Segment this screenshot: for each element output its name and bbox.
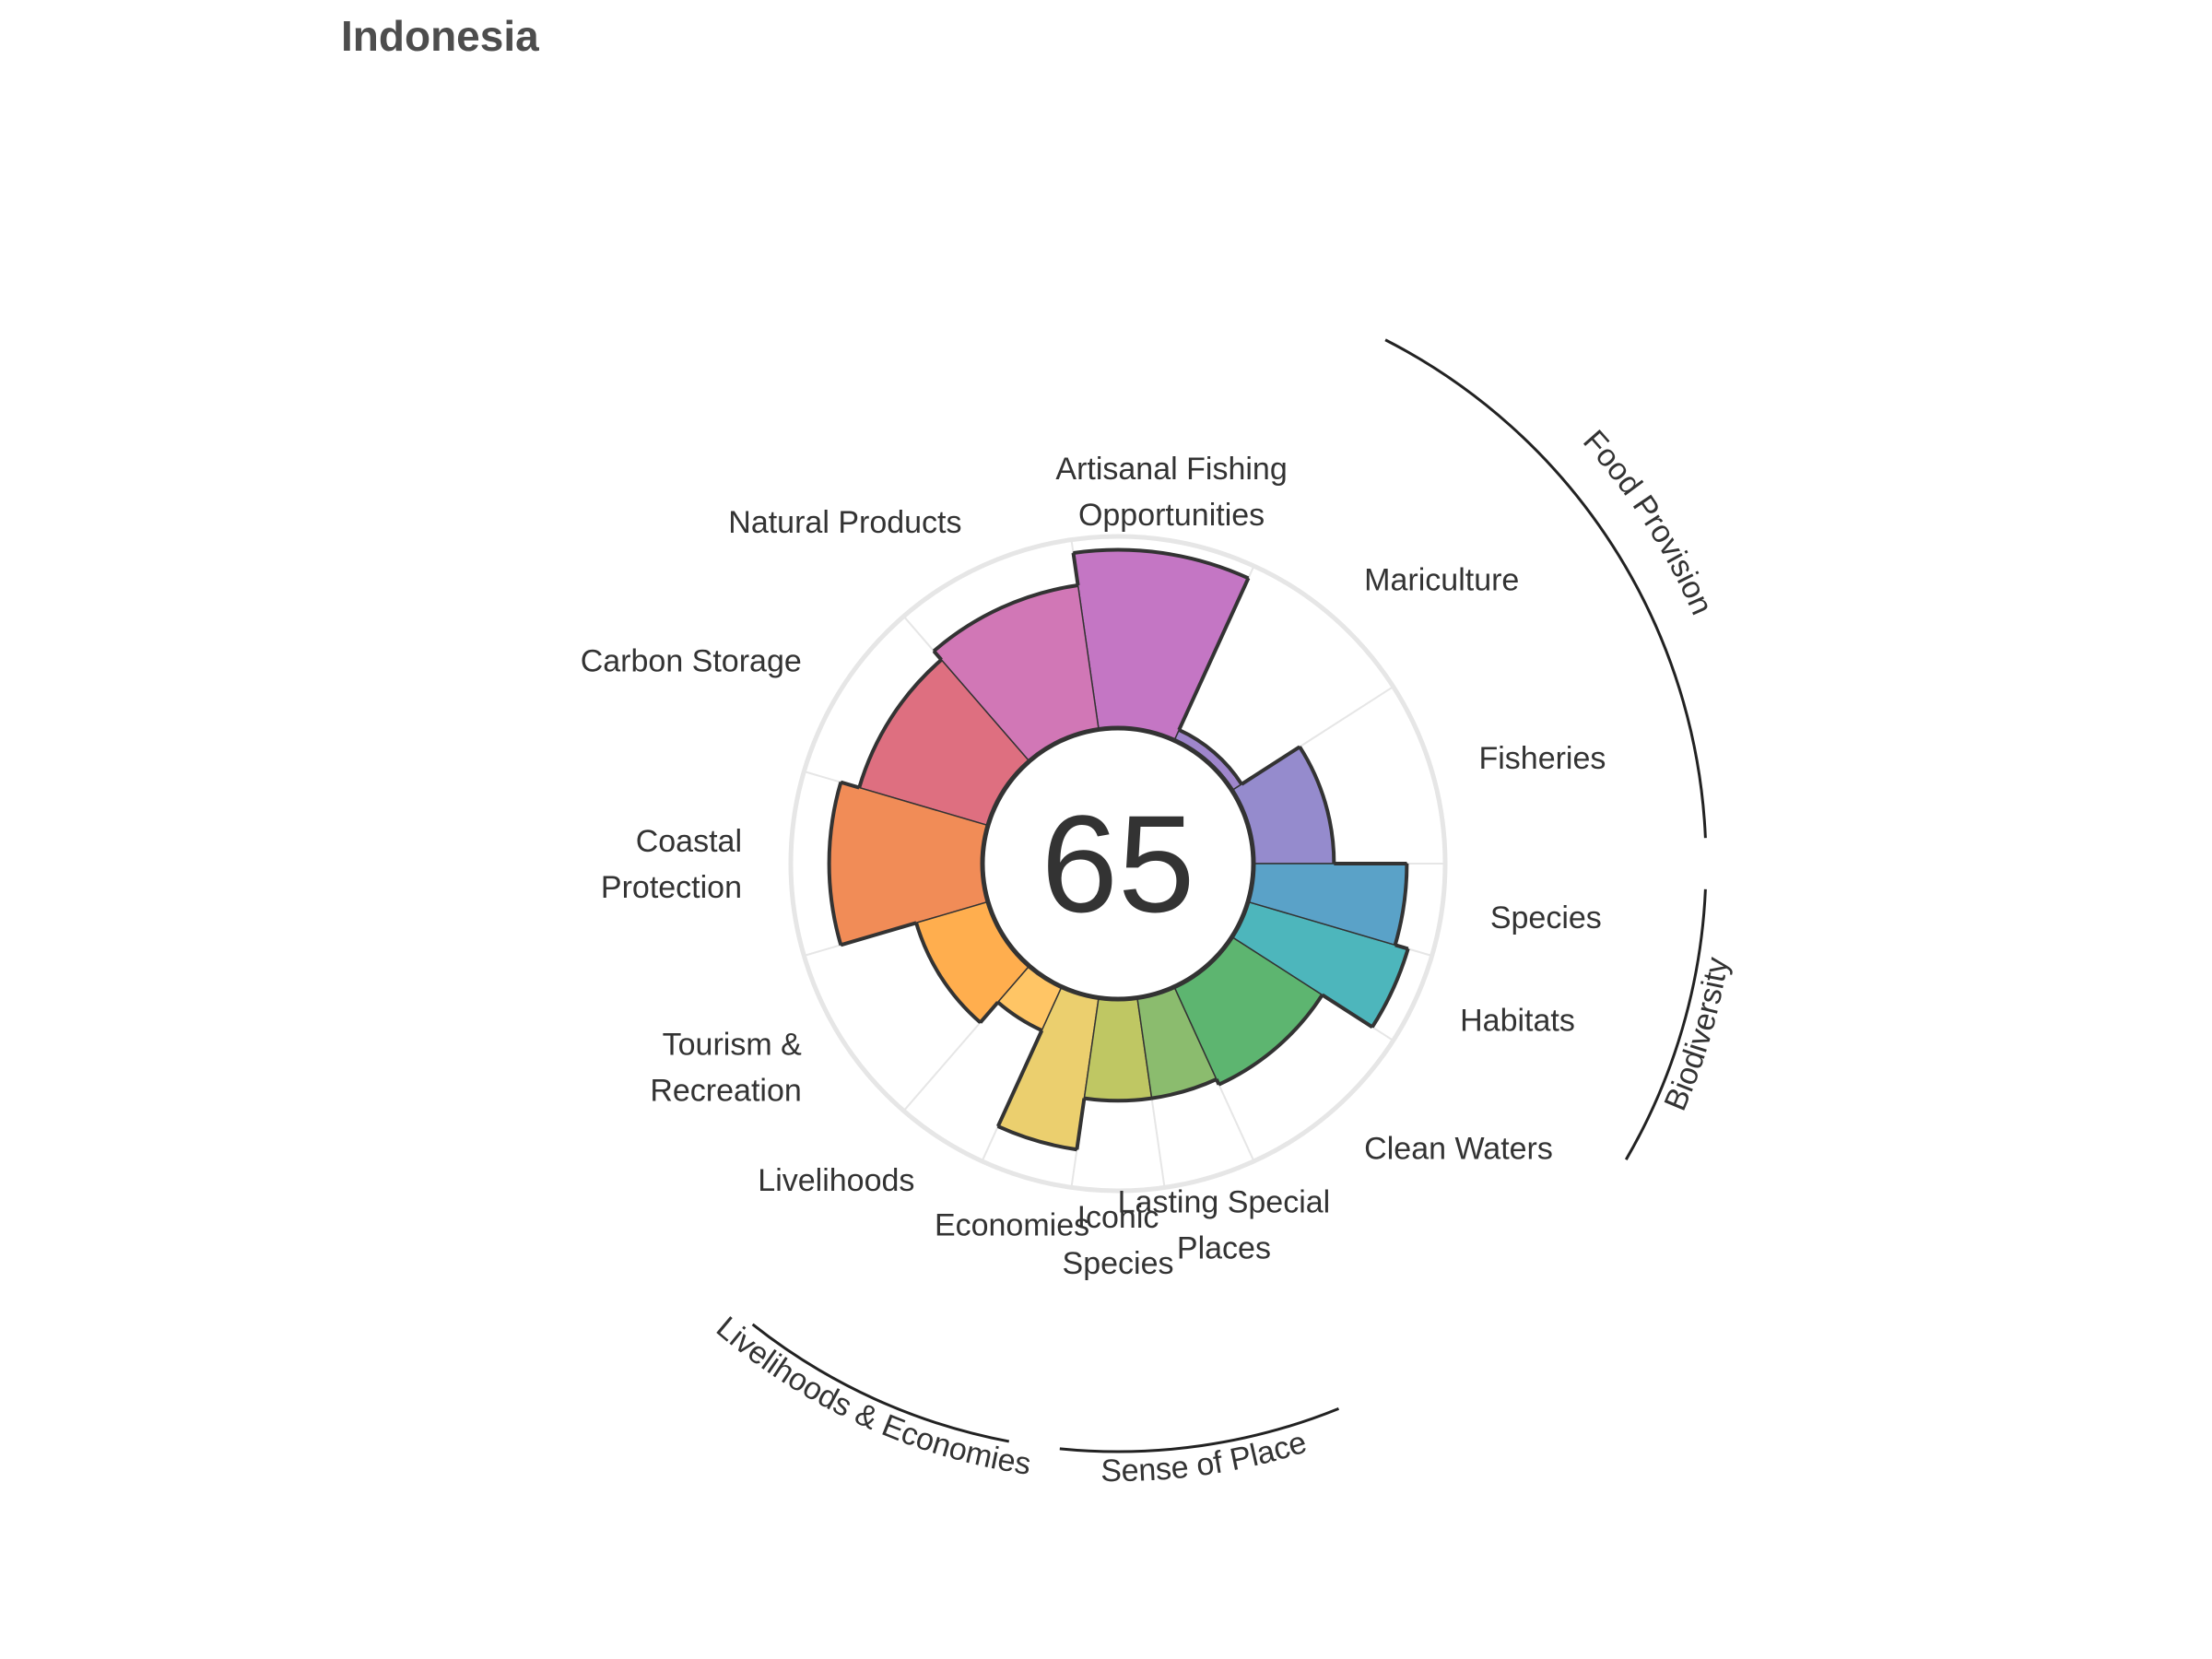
petal-label-fisheries: Fisheries xyxy=(1478,741,1606,776)
petal-label-line: Lasting Special xyxy=(1118,1184,1331,1219)
flower-chart: Fisheries Mariculture Artisanal Fishing Opp… xyxy=(581,338,1735,1488)
overall-score: 65 xyxy=(1041,786,1195,941)
petal-label-livelihoods: Livelihoods xyxy=(758,1163,914,1198)
petal-label-economies: Economies xyxy=(935,1207,1089,1242)
group-label-sense_of_place: Sense of Place xyxy=(1100,1425,1311,1488)
petal-label-mariculture: Mariculture xyxy=(1364,563,1519,598)
petal-artisanal xyxy=(1072,548,1250,742)
petal-label-natural_products: Natural Products xyxy=(728,505,961,540)
petal-label-line: Habitats xyxy=(1460,1003,1575,1038)
petal-label-carbon: Carbon Storage xyxy=(581,643,802,678)
petal-label-species: Species xyxy=(1490,900,1602,935)
petal-label-line: Species xyxy=(1490,900,1602,935)
petal-label-coastal: Coastal Protection xyxy=(601,824,742,905)
petal-label-line: Clean Waters xyxy=(1364,1131,1553,1166)
petal-label-line: Carbon Storage xyxy=(581,643,802,678)
petal-label-habitats: Habitats xyxy=(1460,1003,1575,1038)
petal-label-line: Coastal xyxy=(636,824,742,859)
petal-label-line: Tourism & xyxy=(663,1028,802,1063)
petal-label-line: Opportunities xyxy=(1078,498,1265,533)
petal-label-line: Protection xyxy=(601,870,742,905)
petal-label-artisanal: Artisanal Fishing Opportunities xyxy=(1055,452,1287,533)
group-label-text: Biodiversity xyxy=(1657,955,1735,1116)
petal-label-line: Mariculture xyxy=(1364,563,1519,598)
petal-label-line: Fisheries xyxy=(1478,741,1606,776)
group-label-text: Sense of Place xyxy=(1100,1425,1311,1488)
petal-label-line: Species xyxy=(1063,1246,1174,1281)
petal-label-clean_waters: Clean Waters xyxy=(1364,1131,1553,1166)
group-label-biodiversity: Biodiversity xyxy=(1657,955,1735,1116)
petal-label-line: Natural Products xyxy=(728,505,961,540)
petal-label-line: Livelihoods xyxy=(758,1163,914,1198)
petal-label-tourism: Tourism & Recreation xyxy=(650,1028,802,1109)
petal-label-line: Places xyxy=(1177,1230,1271,1265)
petal-edge xyxy=(1215,1078,1221,1086)
petal-label-line: Artisanal Fishing xyxy=(1055,452,1287,487)
petal-label-line: Economies xyxy=(935,1207,1089,1242)
petal-label-line: Recreation xyxy=(650,1074,801,1109)
